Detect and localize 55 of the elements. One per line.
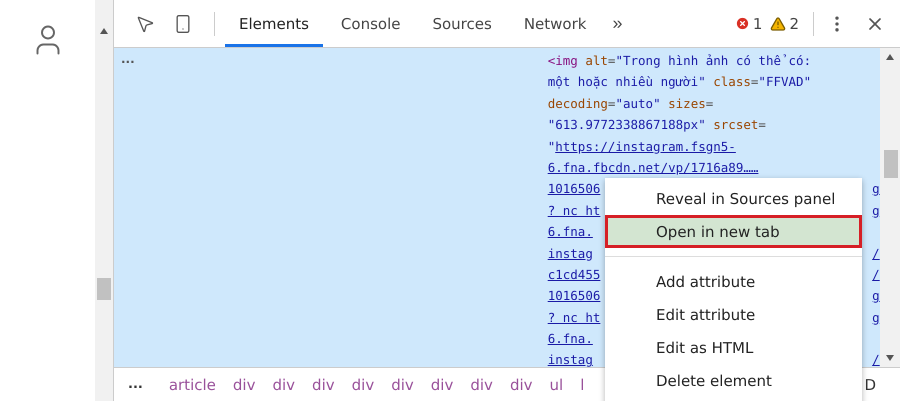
scroll-down-icon[interactable] (886, 355, 894, 361)
warning-count: 2 (789, 14, 799, 32)
collapsed-marker[interactable]: ... (121, 52, 135, 68)
scroll-up-icon[interactable] (100, 28, 108, 34)
breadcrumb-ellipsis[interactable]: ... (128, 377, 143, 392)
menu-item[interactable]: Edit attribute (605, 298, 862, 331)
breadcrumb-item[interactable]: l (580, 376, 584, 394)
breadcrumb-item[interactable]: D (864, 376, 876, 394)
code-line: 6.fna. (548, 223, 593, 242)
code-line: <img alt="Trong hình ảnh có thể có: (548, 52, 812, 70)
code-line: decoding="auto" sizes= (548, 94, 714, 113)
devtools-tab[interactable]: Network (510, 0, 600, 47)
code-line: 1016506 (548, 287, 600, 306)
code-line: c1cd455 (548, 266, 600, 284)
code-line: g (872, 180, 880, 198)
menu-item[interactable]: Reveal in Sources panel (605, 182, 862, 215)
menu-item[interactable]: Delete element (605, 364, 862, 397)
devtools-tab[interactable]: Sources (418, 0, 506, 47)
breadcrumb-item[interactable]: div (312, 376, 335, 394)
code-line: instag (548, 351, 593, 370)
breadcrumb-item[interactable]: div (272, 376, 296, 394)
code-line: "https://instagram.fsgn5- (548, 138, 737, 156)
breadcrumb-item[interactable]: div (510, 376, 533, 394)
code-line: một hoặc nhiều người" class="FFVAD" (548, 73, 812, 92)
more-tabs-button[interactable]: » (604, 13, 630, 34)
breadcrumb-item[interactable]: div (232, 376, 256, 394)
code-line: ? nc ht (548, 202, 600, 220)
code-line: 6.fna. (548, 330, 593, 348)
breadcrumb-item[interactable]: div (470, 376, 493, 394)
breadcrumb-item[interactable]: article (168, 376, 216, 394)
scrollbar-thumb[interactable] (97, 278, 111, 300)
breadcrumb-item[interactable]: div (430, 376, 454, 394)
code-line: / (872, 244, 880, 263)
menu-item[interactable]: Edit as HTML (605, 331, 862, 364)
devtools-tab[interactable]: Console (326, 0, 414, 47)
breadcrumb-item[interactable]: ul (550, 376, 564, 394)
code-line: ? nc ht (548, 308, 600, 327)
breadcrumb-item[interactable]: div (352, 376, 374, 394)
scroll-up-icon[interactable] (886, 54, 894, 60)
code-line: / (872, 351, 880, 370)
code-line: instag (548, 244, 593, 263)
code-line: 6.fna.fbcdn.net/vp/1716a89…… (548, 158, 760, 177)
code-line: / (872, 266, 880, 284)
warning-icon (770, 16, 786, 32)
breadcrumb-item[interactable]: div (391, 376, 414, 394)
code-line: g (872, 202, 880, 220)
code-line: g (872, 308, 880, 327)
menu-item[interactable]: Open in new tab (605, 215, 862, 248)
error-icon (734, 16, 750, 31)
code-line: g (872, 287, 880, 306)
code-line: 1016506 (548, 180, 600, 198)
menu-item[interactable]: Add attribute (605, 265, 862, 298)
scrollbar-thumb[interactable] (884, 150, 898, 178)
code-line: "613.9772338867188px" srcset= (548, 116, 767, 134)
error-count: 1 (752, 14, 762, 32)
